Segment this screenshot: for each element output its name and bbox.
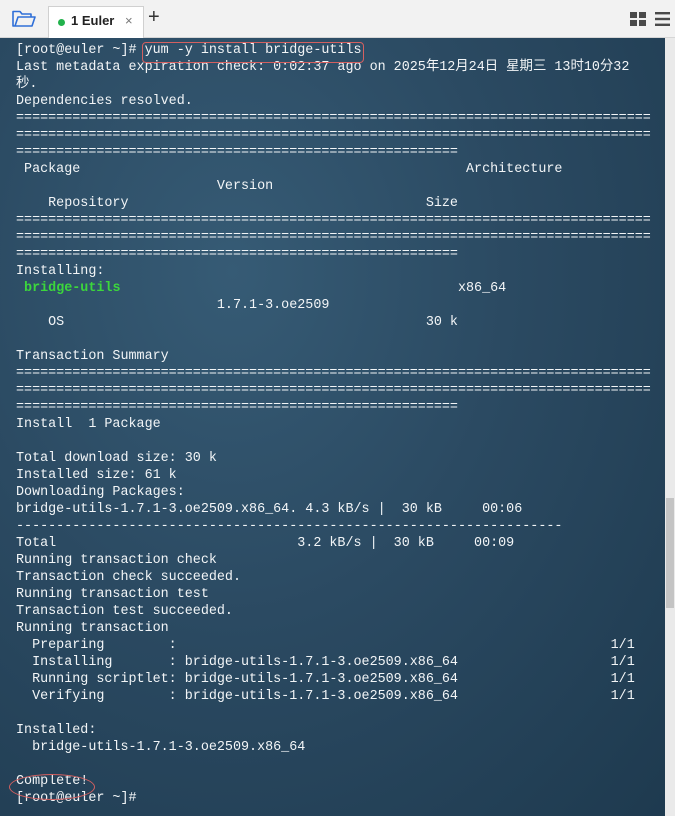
scrollbar-thumb[interactable]	[666, 498, 674, 608]
terminal-line: Total 3.2 kB/s | 30 kB 00:09	[16, 536, 515, 551]
terminal-line: Installed size: 61 k	[16, 468, 177, 483]
terminal-line: Installing:	[16, 264, 105, 279]
terminal-line: ========================================…	[16, 128, 651, 143]
terminal-line: ========================================…	[16, 230, 651, 245]
terminal-line: Install 1 Package	[16, 417, 161, 432]
add-tab-button[interactable]: +	[148, 7, 160, 27]
terminal-line: bridge-utils-1.7.1-3.oe2509.x86_64. 4.3 …	[16, 502, 523, 517]
terminal-line: Package Architecture	[16, 162, 563, 177]
terminal-line: Dependencies resolved.	[16, 94, 193, 109]
tab-bar: 1 Euler × +	[0, 0, 675, 38]
folder-icon[interactable]	[12, 10, 36, 28]
terminal-line: Installed:	[16, 723, 97, 738]
grid-layout-icon[interactable]	[630, 12, 646, 26]
connected-status-dot	[58, 19, 65, 26]
terminal-line: Total download size: 30 k	[16, 451, 217, 466]
terminal-line: Version	[16, 179, 274, 194]
terminal-line: Running transaction check	[16, 553, 217, 568]
terminal-line: ========================================…	[16, 247, 458, 262]
tab-label: 1 Euler	[71, 13, 115, 28]
terminal-line: Preparing : 1/1	[16, 638, 635, 653]
vertical-scrollbar[interactable]	[665, 38, 675, 816]
terminal-line: 秒.	[16, 77, 38, 92]
terminal-line: bridge-utils x86_64	[24, 281, 507, 296]
terminal-line: Repository Size	[16, 196, 458, 211]
complete-highlight-ellipse	[9, 774, 95, 800]
package-name-highlight: bridge-utils	[24, 281, 121, 296]
terminal-line: Transaction Summary	[16, 349, 169, 364]
terminal-line: ========================================…	[16, 213, 651, 228]
terminal-line: ========================================…	[16, 111, 651, 126]
terminal-line: [root@euler ~]#	[16, 791, 137, 806]
terminal-line: bridge-utils-1.7.1-3.oe2509.x86_64	[16, 740, 306, 755]
terminal-line: ========================================…	[16, 145, 458, 160]
terminal-line: Transaction test succeeded.	[16, 604, 233, 619]
tab-euler[interactable]: 1 Euler ×	[48, 6, 144, 38]
terminal-line: Downloading Packages:	[16, 485, 185, 500]
terminal-line: ========================================…	[16, 366, 651, 381]
command-highlight-box	[142, 42, 364, 63]
terminal-line: ========================================…	[16, 400, 458, 415]
hamburger-menu-icon[interactable]	[655, 12, 670, 26]
terminal-line: Installing : bridge-utils-1.7.1-3.oe2509…	[16, 655, 635, 670]
terminal-lines: [root@euler ~]# yum -y install bridge-ut…	[16, 42, 651, 807]
terminal-output[interactable]: [root@euler ~]# yum -y install bridge-ut…	[0, 38, 665, 816]
terminal-line: Running scriptlet: bridge-utils-1.7.1-3.…	[16, 672, 635, 687]
terminal-line: Running transaction	[16, 621, 169, 636]
terminal-line: Running transaction test	[16, 587, 209, 602]
terminal-line: OS 30 k	[16, 315, 458, 330]
terminal-line: Transaction check succeeded.	[16, 570, 241, 585]
terminal-line: Complete!	[16, 774, 89, 789]
close-icon[interactable]: ×	[125, 13, 133, 28]
terminal-line: 1.7.1-3.oe2509	[16, 298, 330, 313]
terminal-line: Verifying : bridge-utils-1.7.1-3.oe2509.…	[16, 689, 635, 704]
terminal-line: ----------------------------------------…	[16, 519, 563, 534]
terminal-line: ========================================…	[16, 383, 651, 398]
